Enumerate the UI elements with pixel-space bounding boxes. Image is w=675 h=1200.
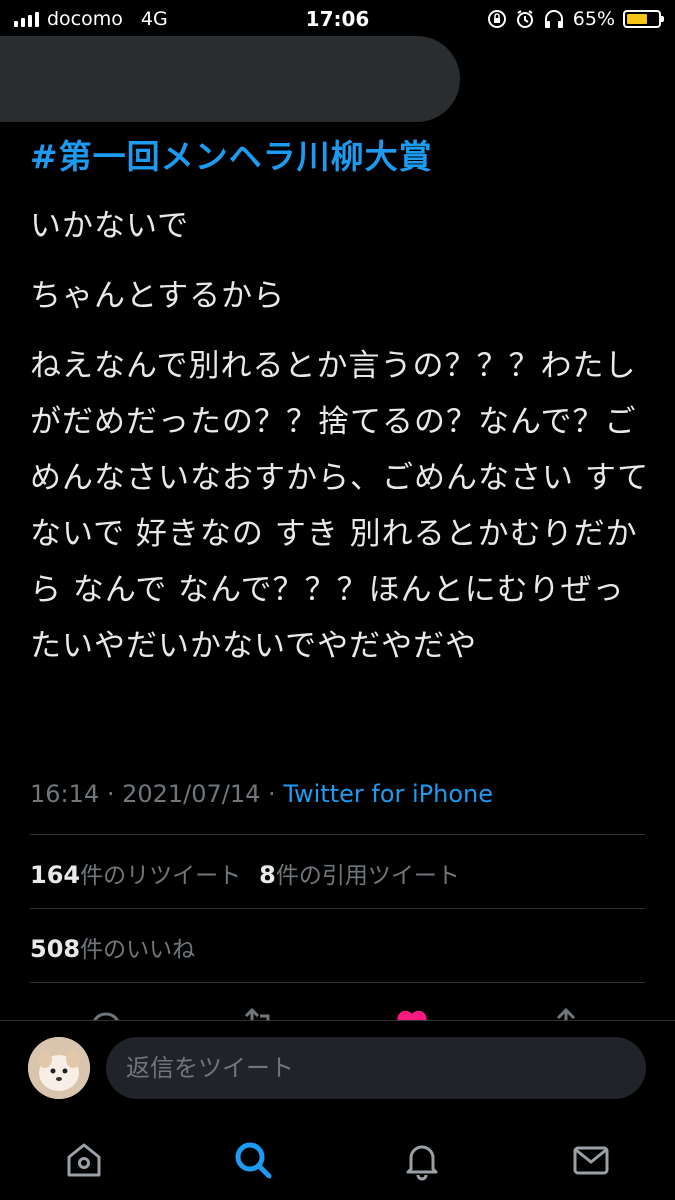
hashtag-link[interactable]: #第一回メンヘラ川柳大賞 bbox=[30, 130, 650, 178]
tweet-actions bbox=[0, 1000, 675, 1022]
status-left: docomo 4G bbox=[14, 8, 274, 30]
likes-stats: 508件のいいね bbox=[30, 930, 195, 964]
likes-label: 件のいいね bbox=[80, 937, 196, 963]
nav-notifications[interactable] bbox=[392, 1130, 452, 1190]
alarm-icon bbox=[516, 10, 533, 28]
quotes-label: 件の引用ツイート bbox=[275, 863, 460, 889]
messages-icon bbox=[573, 1146, 609, 1175]
bottom-nav bbox=[0, 1120, 675, 1200]
nav-search[interactable] bbox=[223, 1130, 283, 1190]
headphones-icon bbox=[544, 10, 563, 28]
nav-home[interactable] bbox=[54, 1130, 114, 1190]
meta-separator: · bbox=[106, 780, 123, 808]
retweets-count: 164 bbox=[30, 861, 81, 889]
search-icon bbox=[235, 1142, 272, 1179]
retweets-stat[interactable]: 164件のリツイート bbox=[30, 856, 241, 890]
divider bbox=[30, 834, 645, 835]
quotes-stat[interactable]: 8件の引用ツイート bbox=[259, 856, 460, 890]
home-icon bbox=[67, 1143, 101, 1177]
tweet-body: #第一回メンヘラ川柳大賞 いかないで ちゃんとするから ねえなんで別れるとか言う… bbox=[30, 130, 650, 674]
divider bbox=[30, 908, 645, 909]
reply-input[interactable] bbox=[106, 1037, 646, 1099]
carrier-label: docomo bbox=[47, 8, 123, 30]
notifications-icon bbox=[406, 1145, 438, 1181]
status-time: 17:06 bbox=[305, 7, 370, 31]
meta-separator: · bbox=[268, 780, 284, 808]
redacted-user-header bbox=[0, 36, 460, 122]
divider bbox=[30, 982, 645, 983]
network-label: 4G bbox=[140, 8, 168, 30]
reply-composer bbox=[0, 1020, 675, 1120]
tweet-date[interactable]: 2021/07/14 bbox=[122, 780, 260, 808]
likes-stat[interactable]: 508件のいいね bbox=[30, 930, 195, 964]
retweets-label: 件のリツイート bbox=[80, 863, 242, 889]
orientation-lock-icon bbox=[487, 10, 506, 28]
tweet-time[interactable]: 16:14 bbox=[30, 780, 99, 808]
tweet-detail-screen: docomo 4G 17:06 65% #第一回メンヘラ川柳大賞 いかないで ち… bbox=[0, 0, 675, 1200]
nav-messages[interactable] bbox=[561, 1130, 621, 1190]
avatar[interactable] bbox=[28, 1037, 90, 1099]
tweet-paragraph: ねえなんで別れるとか言うの？？？わたしがだめだったの？？捨てるの？なんで？ごめん… bbox=[30, 348, 650, 664]
battery-percent: 65% bbox=[572, 8, 615, 30]
status-right: 65% bbox=[401, 8, 664, 30]
tweet-meta: 16:14 · 2021/07/14 · Twitter for iPhone bbox=[30, 780, 493, 808]
signal-icon bbox=[14, 11, 39, 27]
battery-icon bbox=[623, 10, 664, 28]
tweet-paragraph: ちゃんとするから bbox=[30, 278, 286, 314]
retweet-stats: 164件のリツイート 8件の引用ツイート bbox=[30, 856, 460, 890]
battery-fill bbox=[627, 14, 647, 24]
tweet-source-link[interactable]: Twitter for iPhone bbox=[283, 780, 493, 808]
tweet-paragraph: いかないで bbox=[30, 208, 190, 244]
likes-count: 508 bbox=[30, 935, 81, 963]
status-bar: docomo 4G 17:06 65% bbox=[0, 0, 675, 38]
quotes-count: 8 bbox=[259, 861, 276, 889]
